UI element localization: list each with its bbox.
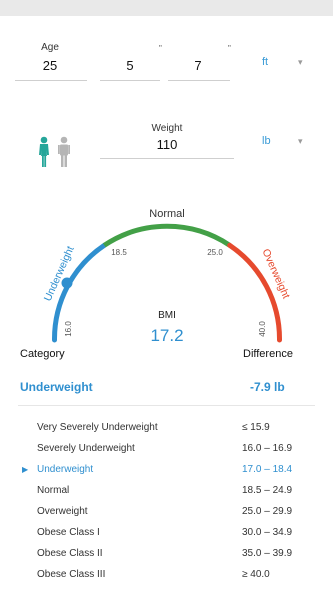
chevron-down-icon: ▾ xyxy=(298,57,303,67)
divider xyxy=(18,405,315,406)
height-unit-value: ft xyxy=(262,56,269,68)
tick-label-18-5: 18.5 xyxy=(111,248,127,257)
age-underline xyxy=(15,80,87,81)
feet-underline xyxy=(100,80,160,81)
list-item-active: ▶ Underweight 17.0 – 18.4 xyxy=(0,460,333,481)
bmi-gauge: Normal Underweight Overweight 18.5 25.0 … xyxy=(42,208,292,345)
category-range: 25.0 – 29.9 xyxy=(242,506,293,517)
weight-underline xyxy=(100,158,234,159)
list-item: Obese Class II 35.0 – 39.9 xyxy=(0,544,333,565)
underweight-arc-label: Underweight xyxy=(42,244,77,303)
status-bar xyxy=(0,0,333,16)
category-range: ≥ 40.0 xyxy=(242,569,270,580)
list-item: Overweight 25.0 – 29.9 xyxy=(0,502,333,523)
category-name: Very Severely Underweight xyxy=(37,422,158,433)
category-name: Overweight xyxy=(37,506,88,517)
category-range: ≤ 15.9 xyxy=(242,422,270,433)
male-icon[interactable] xyxy=(57,136,71,168)
normal-arc xyxy=(102,223,232,248)
weight-unit-dropdown[interactable]: lb ▾ xyxy=(256,131,316,155)
height-unit-dropdown[interactable]: ft ▾ xyxy=(256,52,316,76)
category-name: Obese Class III xyxy=(37,569,106,580)
category-range: 35.0 – 39.9 xyxy=(242,548,293,559)
category-range: 16.0 – 16.9 xyxy=(242,443,293,454)
inches-underline xyxy=(168,80,230,81)
category-name: Severely Underweight xyxy=(37,443,135,454)
overweight-arc-label: Overweight xyxy=(259,247,292,300)
tick-label-25: 25.0 xyxy=(207,248,223,257)
tick-label-16: 16.0 xyxy=(64,321,73,337)
height-feet-input[interactable]: 5 xyxy=(100,58,160,73)
list-item: Obese Class I 30.0 – 34.9 xyxy=(0,523,333,544)
tick-label-40: 40.0 xyxy=(258,321,267,337)
feet-mark: " xyxy=(159,44,162,53)
weight-unit-value: lb xyxy=(262,135,271,147)
age-label: Age xyxy=(41,42,59,53)
list-item: Very Severely Underweight ≤ 15.9 xyxy=(0,418,333,439)
list-item: Obese Class III ≥ 40.0 xyxy=(0,565,333,586)
chevron-down-icon: ▾ xyxy=(298,136,303,146)
category-name: Obese Class I xyxy=(37,527,100,538)
current-category: Underweight xyxy=(20,380,93,394)
bmi-value: 17.2 xyxy=(150,326,183,345)
height-inches-input[interactable]: 7 xyxy=(168,58,228,73)
weight-difference: -7.9 lb xyxy=(250,380,285,394)
calculator-card: Age 25 " 5 " 7 ft ▾ Weight 110 lb ▾ Norm… xyxy=(0,16,333,592)
category-range: 30.0 – 34.9 xyxy=(242,527,293,538)
list-item: Severely Underweight 16.0 – 16.9 xyxy=(0,439,333,460)
female-icon[interactable] xyxy=(37,136,51,168)
list-item: Normal 18.5 – 24.9 xyxy=(0,481,333,502)
category-name: Underweight xyxy=(37,464,94,475)
normal-arc-label: Normal xyxy=(149,208,184,220)
difference-header: Difference xyxy=(243,348,293,360)
category-name: Obese Class II xyxy=(37,548,103,559)
play-arrow-icon: ▶ xyxy=(22,465,29,474)
inches-mark: " xyxy=(228,44,231,53)
bmi-label: BMI xyxy=(158,310,176,321)
category-range: 18.5 – 24.9 xyxy=(242,485,293,496)
weight-input[interactable]: 110 xyxy=(100,137,234,152)
category-header: Category xyxy=(20,348,65,360)
category-name: Normal xyxy=(37,485,70,496)
age-input[interactable]: 25 xyxy=(15,58,85,73)
category-range: 17.0 – 18.4 xyxy=(242,464,293,475)
weight-label: Weight xyxy=(151,123,183,134)
